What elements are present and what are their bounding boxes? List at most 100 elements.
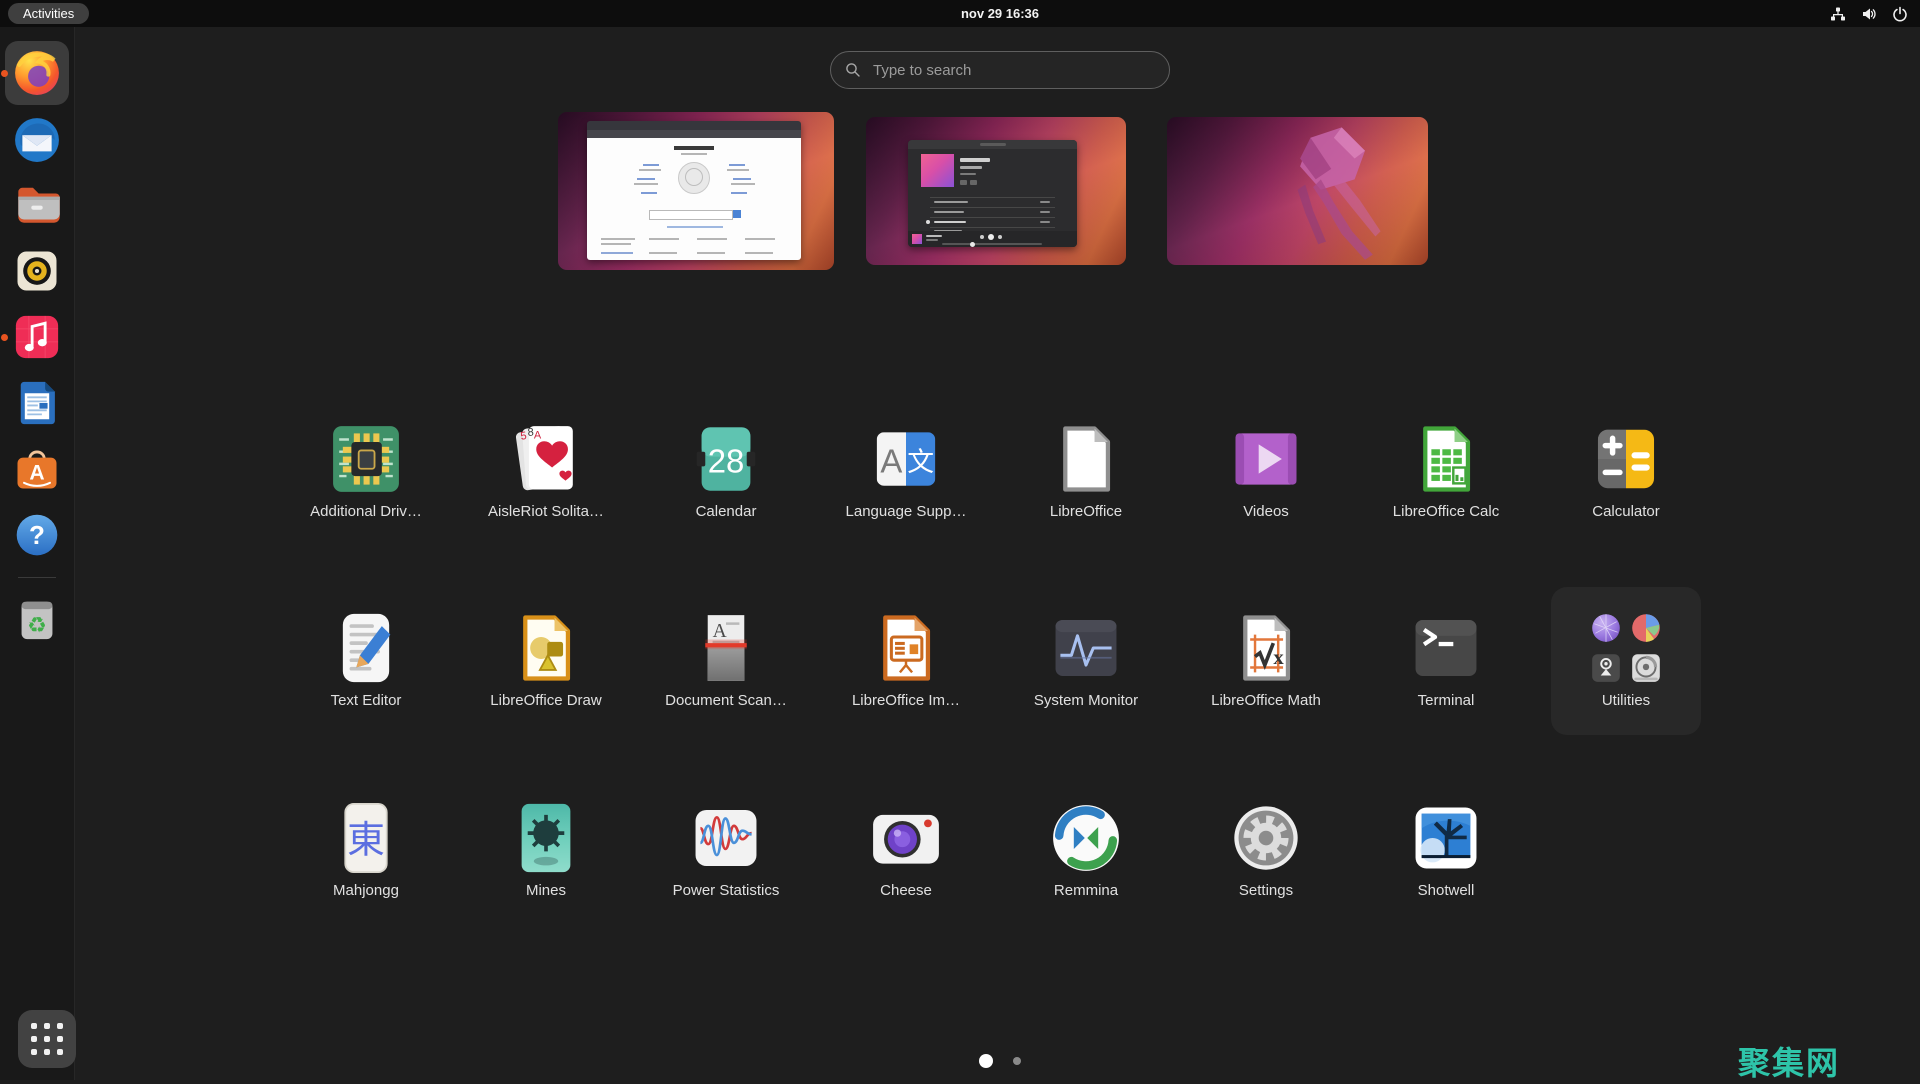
search-bar[interactable] — [830, 51, 1170, 89]
app-label: Settings — [1238, 882, 1294, 899]
power-statistics-icon — [687, 799, 765, 877]
svg-text:A: A — [534, 429, 542, 441]
disks-icon — [1629, 651, 1663, 685]
workspace-thumbnail-empty[interactable] — [1167, 117, 1428, 265]
settings-icon — [1227, 799, 1305, 877]
app-grid-row-3: 東 Mahjongg Mines Power Statistics Cheese Remm… — [276, 799, 1536, 923]
dock-item-trash[interactable]: ♻ — [11, 592, 63, 644]
status-area[interactable] — [1830, 0, 1908, 27]
app-label: AisleRiot Solita… — [488, 503, 604, 520]
dock-item-help[interactable]: ? — [11, 509, 63, 561]
workspace-thumbnail-music[interactable] — [866, 117, 1126, 265]
terminal-icon — [1407, 609, 1485, 687]
app-power-statistics[interactable]: Power Statistics — [636, 799, 816, 923]
workspace-thumbnail-browser[interactable] — [558, 112, 834, 270]
app-label: Terminal — [1417, 692, 1475, 709]
ubuntu-software-icon: A — [11, 443, 63, 495]
app-label: LibreOffice Calc — [1392, 503, 1500, 520]
thunderbird-icon — [11, 114, 63, 166]
app-system-monitor[interactable]: System Monitor — [996, 609, 1176, 733]
svg-text:?: ? — [29, 520, 45, 550]
rhythmbox-icon — [11, 245, 63, 297]
gnome-activities-overview: { "topbar": { "activities_label": "Activ… — [0, 0, 1920, 1081]
app-label: Shotwell — [1417, 882, 1475, 899]
app-label: LibreOffice Im… — [851, 692, 961, 709]
search-icon — [846, 63, 860, 77]
app-libreoffice-calc[interactable]: LibreOffice Calc — [1356, 420, 1536, 544]
svg-text:東: 東 — [347, 820, 385, 862]
mahjongg-icon: 東 — [327, 799, 405, 877]
app-cheese[interactable]: Cheese — [816, 799, 996, 923]
dock-item-rhythmbox[interactable] — [11, 245, 63, 297]
clock[interactable]: nov 29 16:36 — [840, 0, 1160, 27]
app-grid-row-2: Text Editor LibreOffice Draw A Document Sca… — [276, 587, 1716, 735]
power-icon[interactable] — [1892, 6, 1908, 22]
app-label: Text Editor — [330, 692, 402, 709]
additional-drivers-icon — [327, 420, 405, 498]
app-label: Videos — [1243, 503, 1289, 520]
libreoffice-icon — [1047, 420, 1125, 498]
volume-icon[interactable] — [1861, 6, 1877, 22]
app-label: System Monitor — [1033, 692, 1139, 709]
dock-item-files[interactable] — [11, 178, 63, 230]
document-scanner-icon: A — [687, 609, 765, 687]
app-language-supp[interactable]: A 文 Language Supp… — [816, 420, 996, 544]
cheese-icon — [867, 799, 945, 877]
dock-item-firefox[interactable] — [1, 41, 69, 105]
jellyfish-graphic — [1297, 127, 1381, 260]
app-additional-driv[interactable]: Additional Driv… — [276, 420, 456, 544]
app-libreoffice-math[interactable]: x LibreOffice Math — [1176, 609, 1356, 733]
dock-item-writer[interactable] — [11, 377, 63, 429]
dock: A? ♻ — [0, 27, 75, 1080]
svg-text:28: 28 — [708, 442, 745, 479]
show-applications-button[interactable] — [18, 1010, 76, 1068]
app-label: Cheese — [880, 882, 932, 899]
app-terminal[interactable]: Terminal — [1356, 609, 1536, 733]
app-mines[interactable]: Mines — [456, 799, 636, 923]
app-shotwell[interactable]: Shotwell — [1356, 799, 1536, 923]
app-label: LibreOffice Draw — [490, 692, 602, 709]
app-libreoffice-draw[interactable]: LibreOffice Draw — [456, 609, 636, 733]
page-dot-2[interactable] — [1013, 1057, 1021, 1065]
utilities-folder — [1587, 609, 1665, 687]
dock-divider — [18, 577, 56, 578]
app-label: Remmina — [1053, 882, 1119, 899]
tool-icon — [1589, 651, 1623, 685]
libreoffice-writer-icon — [11, 377, 63, 429]
activities-button[interactable]: Activities — [8, 3, 90, 24]
app-label: Calculator — [1592, 503, 1660, 520]
app-label: Additional Driv… — [310, 503, 422, 520]
show-apps-grid-icon — [31, 1023, 63, 1055]
search-input[interactable] — [871, 60, 1169, 80]
dock-item-music[interactable] — [1, 311, 63, 363]
svg-text:文: 文 — [907, 447, 934, 477]
svg-text:A: A — [29, 462, 44, 485]
app-videos[interactable]: Videos — [1176, 420, 1356, 544]
music-window-preview — [908, 140, 1077, 247]
dock-item-thunderbird[interactable] — [11, 114, 63, 166]
app-aisleriot-solita[interactable]: 5 8 A AisleRiot Solita… — [456, 420, 636, 544]
firefox-icon — [11, 47, 63, 99]
app-calendar[interactable]: 28 Calendar — [636, 420, 816, 544]
app-libreoffice[interactable]: LibreOffice — [996, 420, 1176, 544]
app-mahjongg[interactable]: 東 Mahjongg — [276, 799, 456, 923]
remmina-icon — [1047, 799, 1125, 877]
app-settings[interactable]: Settings — [1176, 799, 1356, 923]
app-folder-utilities[interactable]: Utilities — [1536, 587, 1716, 735]
app-label: Utilities — [1601, 692, 1651, 709]
mines-icon — [507, 799, 585, 877]
network-icon[interactable] — [1830, 6, 1846, 22]
svg-text:♻: ♻ — [27, 614, 47, 639]
aisleriot-icon: 58A — [507, 420, 585, 498]
help-icon: ? — [11, 509, 63, 561]
libreoffice-math-icon: x — [1227, 609, 1305, 687]
page-dot-1-active[interactable] — [979, 1054, 993, 1068]
music-icon — [11, 311, 63, 363]
text-editor-icon — [327, 609, 405, 687]
app-calculator[interactable]: Calculator — [1536, 420, 1716, 544]
app-text-editor[interactable]: Text Editor — [276, 609, 456, 733]
dock-item-software[interactable]: A — [11, 443, 63, 495]
app-remmina[interactable]: Remmina — [996, 799, 1176, 923]
app-libreoffice-im[interactable]: LibreOffice Im… — [816, 609, 996, 733]
app-document-scan[interactable]: A Document Scan… — [636, 609, 816, 733]
